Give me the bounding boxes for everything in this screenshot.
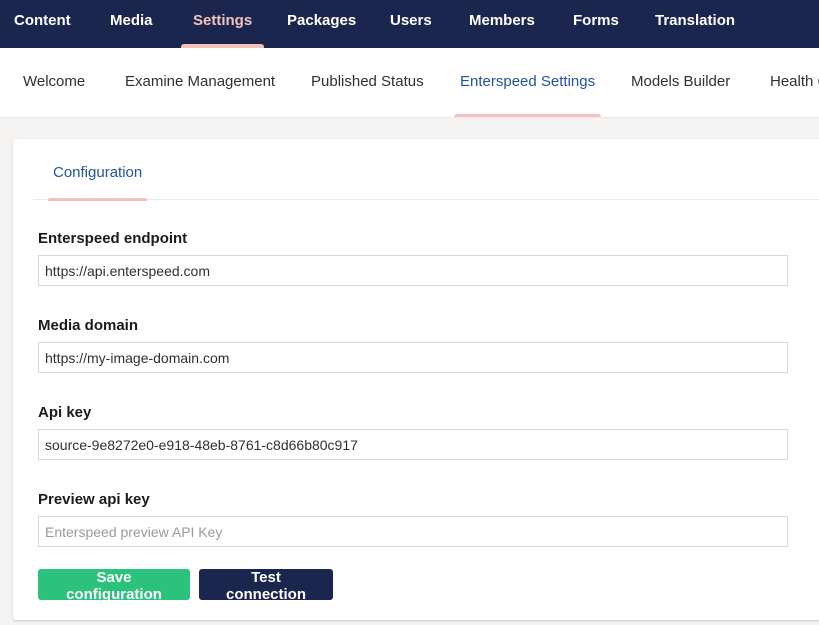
tab-configuration[interactable]: Configuration bbox=[47, 139, 148, 201]
media-domain-input[interactable] bbox=[38, 342, 788, 373]
topnav-item-translation[interactable]: Translation bbox=[655, 0, 735, 48]
topnav-item-users[interactable]: Users bbox=[390, 0, 432, 48]
topnav-item-settings[interactable]: Settings bbox=[180, 0, 265, 48]
subnav-item-examine-management[interactable]: Examine Management bbox=[125, 48, 275, 117]
preview-api-key-label: Preview api key bbox=[38, 491, 150, 508]
subnav-item-enterspeed-settings[interactable]: Enterspeed Settings bbox=[453, 48, 602, 117]
media-domain-label: Media domain bbox=[38, 317, 139, 334]
topnav-item-members[interactable]: Members bbox=[469, 0, 535, 48]
topnav-item-content[interactable]: Content bbox=[14, 0, 71, 48]
subnav-item-welcome[interactable]: Welcome bbox=[23, 48, 85, 117]
topnav-item-packages[interactable]: Packages bbox=[287, 0, 356, 48]
api-key-input[interactable] bbox=[38, 429, 788, 460]
settings-dashboard-tabs: Welcome Examine Management Published Sta… bbox=[0, 48, 819, 118]
subnav-item-health-check[interactable]: Health Check bbox=[770, 48, 819, 117]
endpoint-label: Enterspeed endpoint bbox=[38, 230, 188, 247]
enterspeed-settings-panel: Configuration Enterspeed endpoint Media … bbox=[13, 139, 819, 620]
save-configuration-button[interactable]: Save configuration bbox=[38, 569, 190, 603]
subnav-item-published-status[interactable]: Published Status bbox=[311, 48, 424, 117]
subnav-item-models-builder[interactable]: Models Builder bbox=[631, 48, 730, 117]
panel-tabs: Configuration bbox=[33, 139, 819, 201]
preview-api-key-input[interactable] bbox=[38, 516, 788, 547]
endpoint-input[interactable] bbox=[38, 255, 788, 286]
topnav-item-forms[interactable]: Forms bbox=[573, 0, 619, 48]
topnav-item-media[interactable]: Media bbox=[110, 0, 153, 48]
top-navigation: Content Media Settings Packages Users Me… bbox=[0, 0, 819, 48]
api-key-label: Api key bbox=[38, 404, 92, 421]
test-connection-button[interactable]: Test connection bbox=[199, 569, 333, 603]
